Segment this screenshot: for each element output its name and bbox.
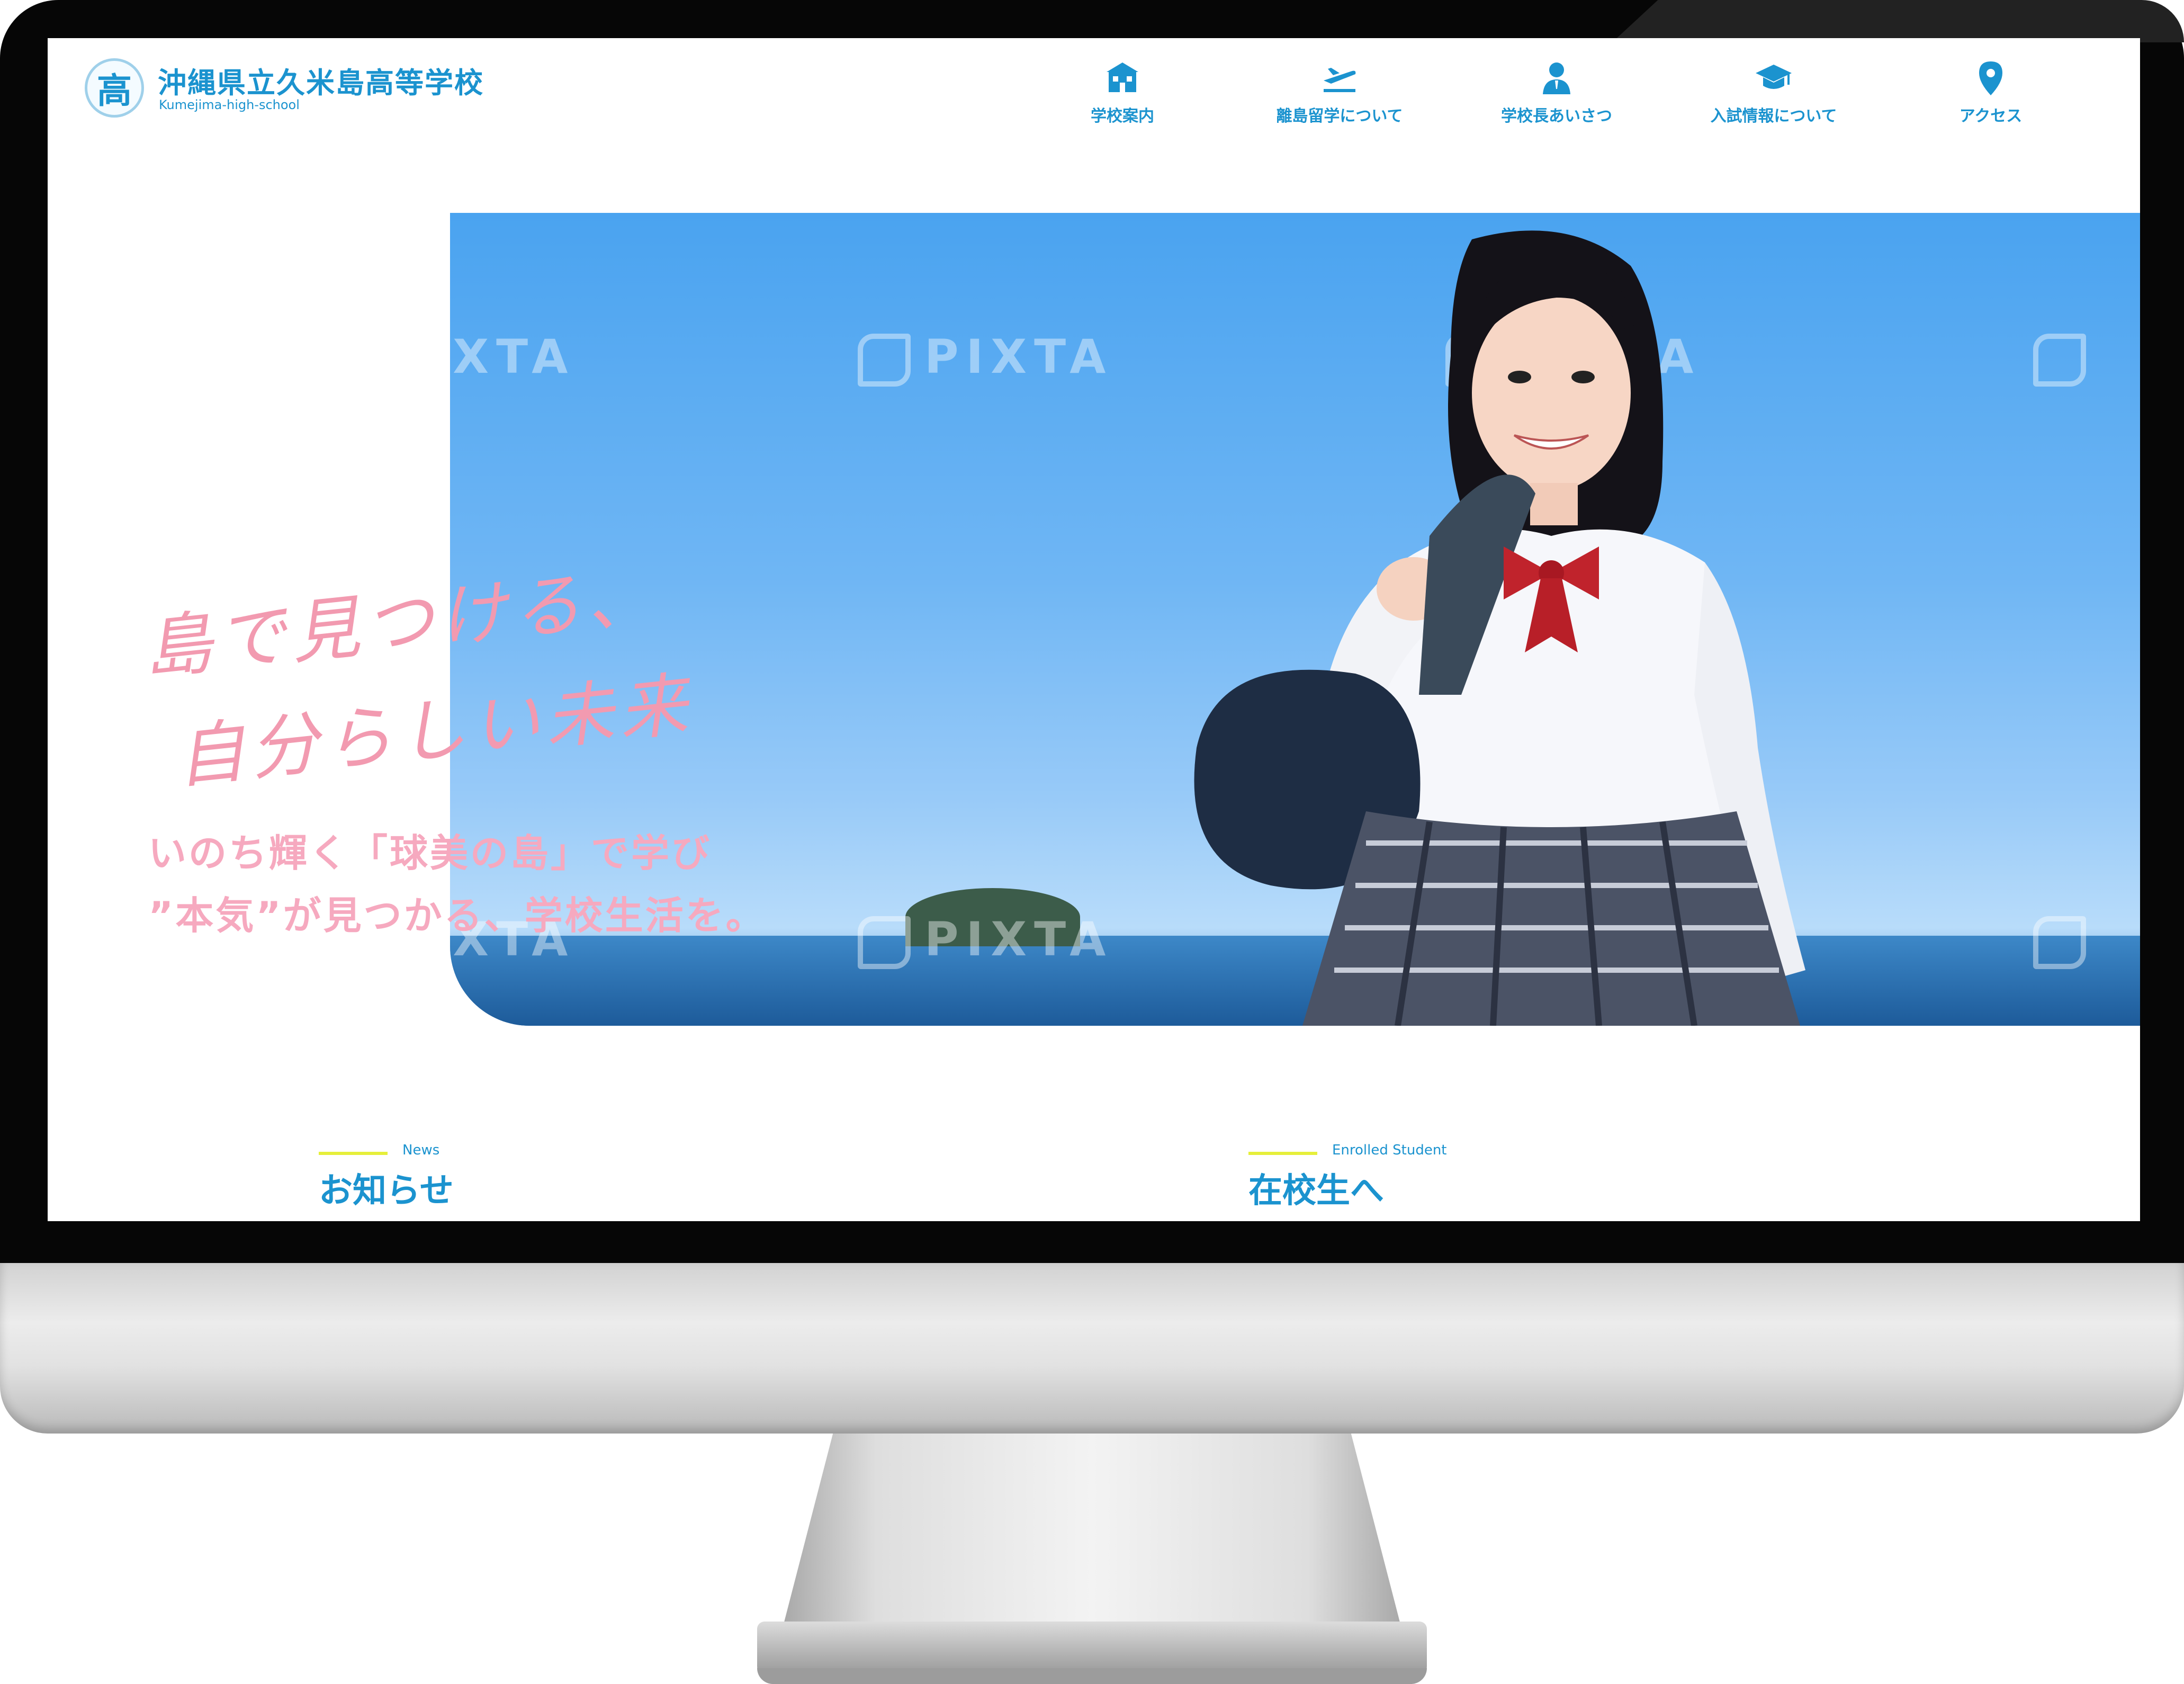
monitor-stand-neck	[784, 1434, 1400, 1624]
watermark-logo-icon	[858, 334, 911, 387]
nav-item-school-guide[interactable]: 学校案内	[1043, 59, 1202, 139]
nav-item-access[interactable]: アクセス	[1911, 59, 2070, 139]
monitor-stand-lip	[757, 1668, 1427, 1684]
global-nav: 学校案内 離島留学について 学校長あいさつ 入試情報について アクセス	[1043, 59, 2113, 144]
watermark: PIXTA	[858, 329, 1113, 387]
watermark	[2033, 912, 2100, 970]
school-emblem-logo[interactable]: 高	[85, 58, 144, 118]
section-title: 在校生へ	[1248, 1171, 1384, 1211]
section-en-label: Enrolled Student	[1332, 1142, 1447, 1158]
section-en-label: News	[402, 1142, 440, 1158]
nav-label: アクセス	[1959, 107, 2023, 126]
watermark	[2033, 329, 2100, 387]
section-title: お知らせ	[319, 1171, 454, 1211]
monitor-bezel-glint	[1612, 0, 2184, 42]
student-photo	[1194, 230, 1805, 1026]
watermark: PIXTA	[858, 912, 1113, 970]
school-name-en: Kumejima-high-school	[159, 97, 300, 112]
website-screen: 高 沖縄県立久米島高等学校 Kumejima-high-school 学校案内 …	[48, 38, 2140, 1221]
airplane-icon	[1324, 68, 1356, 92]
nav-label: 離島留学について	[1276, 107, 1403, 126]
nav-label: 学校長あいさつ	[1501, 107, 1612, 126]
section-underline	[319, 1152, 388, 1155]
watermark: PIXTA	[450, 329, 576, 384]
nav-item-admission-info[interactable]: 入試情報について	[1694, 59, 1853, 139]
nav-label: 学校案内	[1091, 107, 1154, 126]
subcopy-line: ”本気”が見つかる、学校生活を。	[148, 893, 766, 938]
watermark-logo-icon	[2033, 916, 2086, 970]
principal-person-icon	[1543, 62, 1570, 94]
watermark-logo-icon	[858, 916, 911, 970]
school-building-icon	[1107, 62, 1138, 92]
location-pin-icon	[1979, 61, 2002, 95]
nav-item-principal-greeting[interactable]: 学校長あいさつ	[1477, 59, 1636, 139]
watermark-logo-icon	[2033, 334, 2086, 387]
nav-label: 入試情報について	[1710, 107, 1837, 126]
section-underline	[1248, 1152, 1317, 1155]
hero-subcopy: いのち輝く「球美の島」で学び ”本気”が見つかる、学校生活を。	[148, 822, 766, 947]
graduation-cap-icon	[1756, 65, 1792, 89]
monitor-chin	[0, 1263, 2184, 1434]
subcopy-line: いのち輝く「球美の島」で学び	[148, 831, 712, 875]
school-name[interactable]: 沖縄県立久米島高等学校	[158, 59, 484, 101]
nav-item-island-study[interactable]: 離島留学について	[1260, 59, 1419, 139]
